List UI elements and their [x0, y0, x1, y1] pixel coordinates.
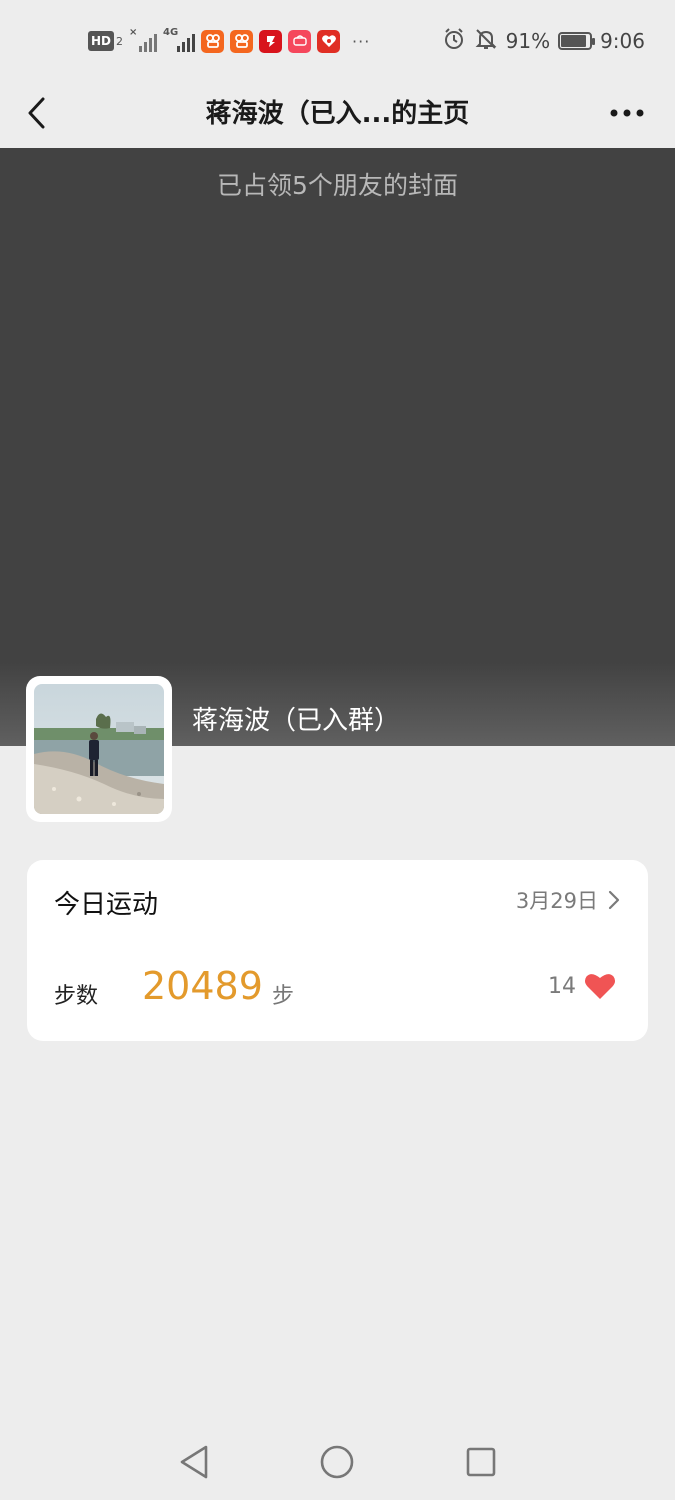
avatar-photo: [34, 684, 164, 814]
navigation-bar: 蒋海波（已入...的主页: [0, 80, 675, 148]
taobao-icon: [288, 29, 312, 53]
profile-screen: HD 2 × 4G ··· 91% 9:06 蒋海波（已入...的主页 已占领5…: [0, 0, 675, 1500]
steps-value: 20489: [142, 964, 263, 1008]
system-back-button[interactable]: [174, 1442, 214, 1482]
hd-icon: HD: [88, 31, 115, 51]
sport-date: 3月29日: [515, 889, 598, 913]
heart-icon: [584, 974, 616, 999]
cover-image[interactable]: 已占领5个朋友的封面 蒋海波（已入群）: [0, 148, 675, 746]
tv-app-icon: [259, 29, 283, 53]
status-left: HD 2 × 4G ···: [88, 27, 371, 54]
system-home-button[interactable]: [317, 1442, 357, 1482]
more-button[interactable]: [605, 88, 649, 138]
status-bar: HD 2 × 4G ··· 91% 9:06: [0, 0, 675, 80]
battery-icon: [558, 32, 596, 50]
likes-count: 14: [548, 973, 576, 999]
signal-icon: ×: [129, 27, 158, 52]
profile-name: 蒋海波（已入群）: [192, 706, 401, 736]
chevron-left-icon: [28, 97, 45, 129]
status-right: 91% 9:06: [442, 27, 645, 56]
chevron-right-icon: [608, 890, 620, 910]
sport-date-link[interactable]: 3月29日: [516, 884, 620, 916]
kuaishou-icon: [201, 29, 225, 53]
mute-icon: [474, 27, 498, 56]
sport-card-title: 今日运动: [54, 890, 159, 920]
hd-sim-label: 2: [116, 34, 124, 48]
back-triangle-icon: [180, 1445, 208, 1479]
battery-percent: 91%: [505, 29, 551, 53]
avatar[interactable]: [26, 676, 172, 822]
alarm-icon: [442, 27, 466, 56]
clock-time: 9:06: [600, 29, 645, 53]
recents-square-icon: [466, 1447, 496, 1477]
sport-card[interactable]: 今日运动 3月29日 步数 20489 步 14: [27, 860, 648, 1041]
pinduoduo-icon: [317, 29, 341, 53]
system-navigation-bar: [0, 1420, 675, 1500]
like-button[interactable]: 14: [548, 972, 616, 1000]
more-horizontal-icon: [610, 109, 644, 117]
steps-unit: 步: [272, 984, 295, 1009]
kuaishou-icon: [230, 29, 254, 53]
system-recents-button[interactable]: [461, 1442, 501, 1482]
steps-label: 步数: [54, 984, 99, 1009]
home-circle-icon: [320, 1445, 354, 1479]
cover-caption: 已占领5个朋友的封面: [217, 171, 458, 200]
overflow-indicator: ···: [352, 31, 371, 51]
signal-4g-icon: 4G: [163, 27, 196, 52]
back-button[interactable]: [18, 88, 54, 138]
page-title: 蒋海波（已入...的主页: [205, 99, 470, 129]
